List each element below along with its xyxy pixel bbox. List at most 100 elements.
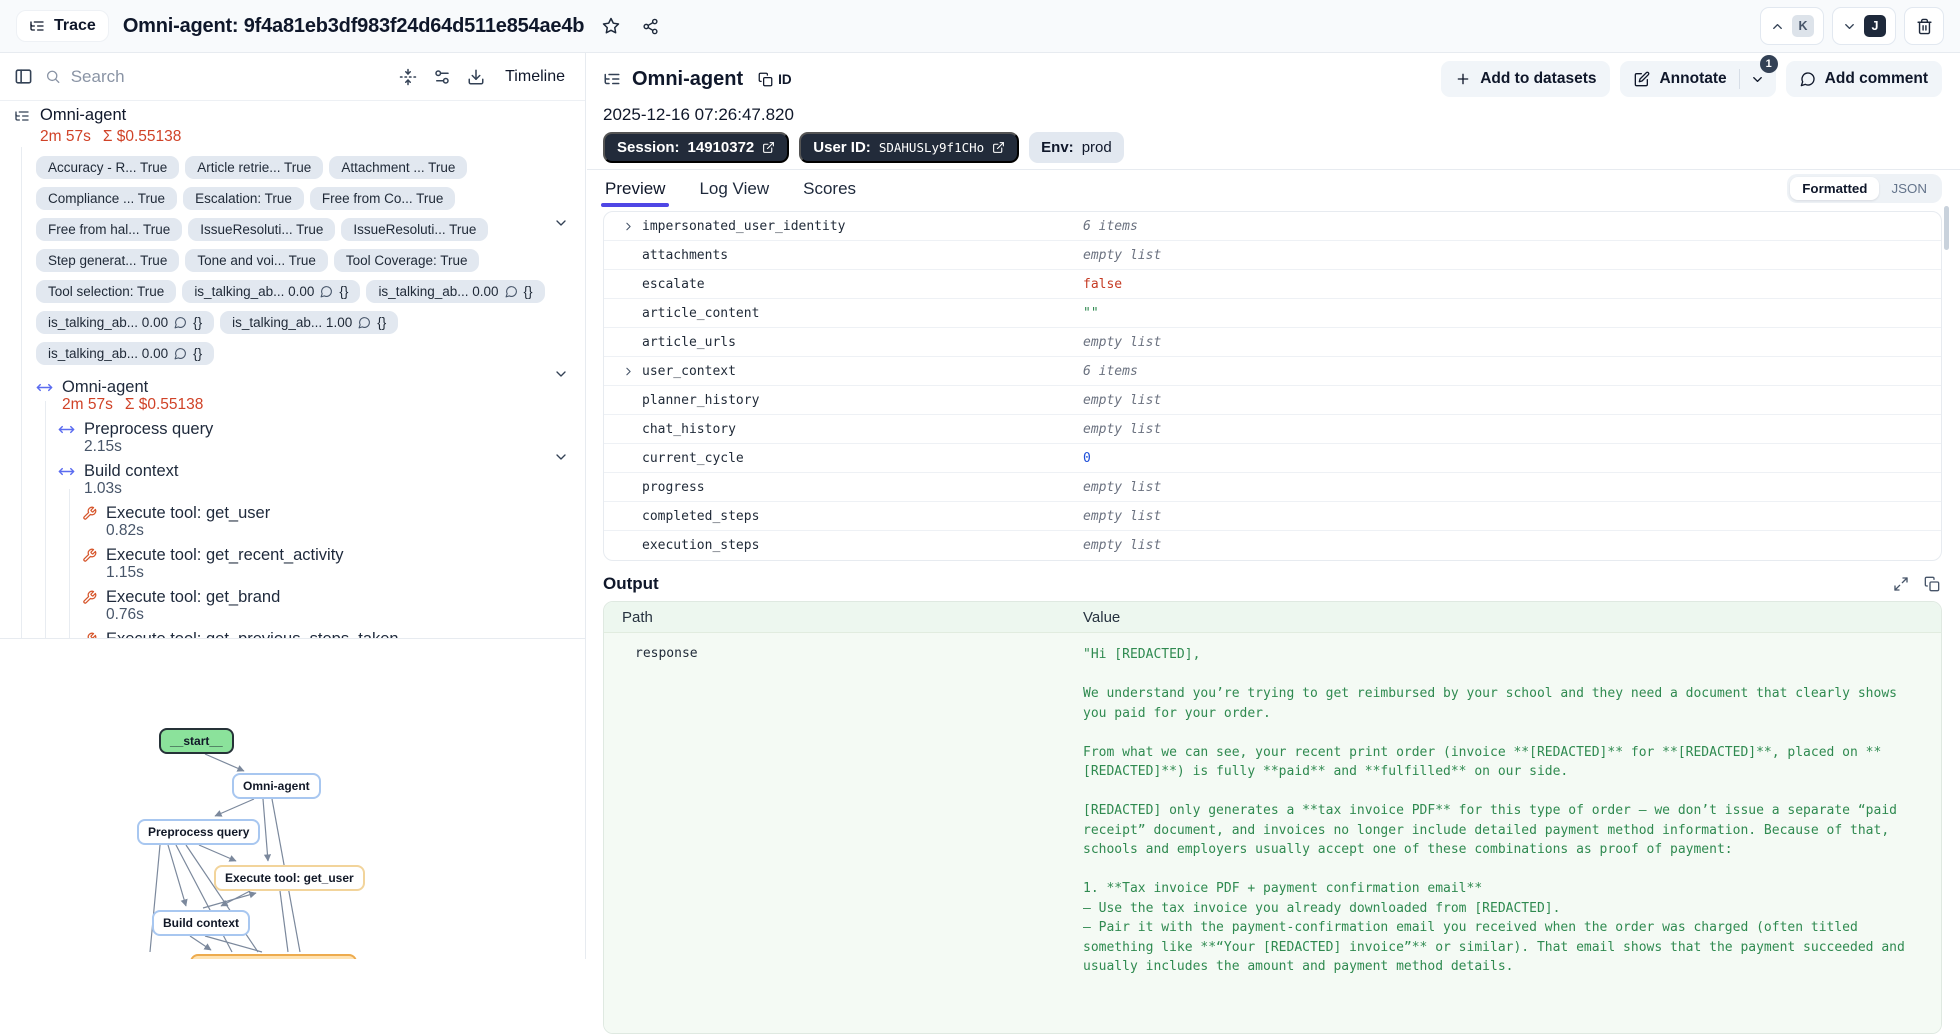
score-badge[interactable]: Article retrie... True — [185, 156, 323, 179]
collapse-build-context-button[interactable] — [553, 449, 569, 465]
search-box — [45, 67, 385, 87]
preview-row-progress[interactable]: progressempty list — [604, 473, 1941, 502]
scrollbar-thumb[interactable] — [1944, 206, 1949, 250]
score-badge[interactable]: is_talking_ab... 1.00{} — [220, 311, 398, 334]
collapse-all-button[interactable] — [397, 66, 419, 88]
add-comment-button[interactable]: Add comment — [1786, 61, 1942, 97]
graph-node-clipped[interactable] — [190, 954, 357, 959]
user-id-pill[interactable]: User ID: SDAHUSLy9f1CHo — [799, 132, 1019, 163]
shortcut-key-k: K — [1792, 15, 1814, 37]
trash-icon — [1916, 18, 1933, 35]
score-badge[interactable]: Free from hal... True — [36, 218, 182, 241]
previous-trace-button[interactable]: K — [1760, 7, 1824, 45]
score-badge-label: Accuracy - R... True — [48, 160, 167, 175]
score-badge-label: is_talking_ab... 0.00 — [48, 315, 168, 330]
timeline-toggle[interactable]: Timeline — [499, 64, 571, 90]
preview-row-escalate[interactable]: escalatefalse — [604, 270, 1941, 299]
top-bar: Trace Omni-agent: 9f4a81eb3df983f24d64d5… — [0, 0, 1960, 53]
tab-preview[interactable]: Preview — [603, 170, 667, 207]
tree-item-preprocess-query[interactable]: Preprocess query2.15s — [14, 420, 585, 455]
score-badge[interactable]: IssueResoluti... True — [341, 218, 488, 241]
add-to-datasets-button[interactable]: Add to datasets — [1441, 61, 1610, 97]
score-badge[interactable]: Tool selection: True — [36, 280, 176, 303]
preview-row-article_urls[interactable]: article_urlsempty list — [604, 328, 1941, 357]
score-badge[interactable]: Free from Co... True — [310, 187, 456, 210]
search-icon — [45, 68, 61, 85]
collapse-agent-button[interactable] — [553, 366, 569, 382]
graph-node-preprocess-query[interactable]: Preprocess query — [137, 819, 260, 845]
score-badge[interactable]: Tool Coverage: True — [334, 249, 480, 272]
preview-key: current_cycle — [642, 451, 744, 466]
collapse-sidebar-button[interactable] — [14, 67, 33, 86]
tree-item-build-context[interactable]: Build context1.03s — [14, 462, 585, 497]
maximize-icon — [1893, 576, 1909, 592]
comment-bubble-icon — [358, 316, 371, 329]
chevron-down-icon — [553, 366, 569, 382]
expand-output-button[interactable] — [1893, 576, 1909, 592]
comment-bubble-icon — [174, 347, 187, 360]
preview-row-current_cycle[interactable]: current_cycle0 — [604, 444, 1941, 473]
copy-icon — [1924, 576, 1940, 592]
graph-node--start-[interactable]: __start__ — [159, 728, 234, 754]
span-icon — [36, 379, 53, 396]
preview-key: progress — [642, 480, 705, 495]
preview-row-planner_history[interactable]: planner_historyempty list — [604, 386, 1941, 415]
preview-row-chat_history[interactable]: chat_historyempty list — [604, 415, 1941, 444]
score-badge[interactable]: Accuracy - R... True — [36, 156, 179, 179]
tree-item-omni-agent[interactable]: Omni-agent2m 57sΣ $0.55138 — [14, 378, 585, 413]
preview-row-user_context[interactable]: user_context6 items — [604, 357, 1941, 386]
next-trace-button[interactable]: J — [1832, 7, 1896, 45]
expand-row-icon[interactable] — [622, 365, 635, 378]
preview-row-execution_steps[interactable]: execution_stepsempty list — [604, 531, 1941, 560]
copy-output-button[interactable] — [1924, 576, 1940, 592]
score-badge[interactable]: Escalation: True — [183, 187, 304, 210]
tree-item-execute-tool-get-user[interactable]: Execute tool: get_user0.82s — [14, 504, 585, 539]
score-badge[interactable]: is_talking_ab... 0.00{} — [36, 311, 214, 334]
preview-row-article_content[interactable]: article_content"" — [604, 299, 1941, 328]
tab-scores[interactable]: Scores — [801, 170, 858, 207]
sidebar-toolbar: Timeline — [0, 53, 585, 101]
preview-row-completed_steps[interactable]: completed_stepsempty list — [604, 502, 1941, 531]
graph-node-build-context[interactable]: Build context — [152, 910, 250, 936]
score-badge-label: is_talking_ab... 0.00 — [194, 284, 314, 299]
bookmark-button[interactable] — [598, 13, 624, 39]
tree-item-execute-tool-get-previous-steps-taken[interactable]: Execute tool: get_previous_steps_taken1.… — [14, 630, 585, 638]
format-formatted[interactable]: Formatted — [1790, 177, 1879, 200]
span-icon — [58, 463, 75, 480]
search-input[interactable] — [71, 67, 385, 87]
score-badge[interactable]: Compliance ... True — [36, 187, 177, 210]
collapse-root-button[interactable] — [553, 215, 569, 231]
tab-log-view[interactable]: Log View — [697, 170, 771, 207]
root-cost: Σ $0.55138 — [103, 128, 182, 146]
copy-id-button[interactable]: ID — [758, 72, 792, 87]
delete-trace-button[interactable] — [1904, 7, 1944, 45]
graph-node-execute-tool-get-user[interactable]: Execute tool: get_user — [214, 865, 365, 891]
score-badge[interactable]: is_talking_ab... 0.00{} — [182, 280, 360, 303]
share-button[interactable] — [638, 14, 663, 39]
tree-root-row[interactable]: Omni-agent — [14, 106, 585, 125]
preview-row-attachments[interactable]: attachmentsempty list — [604, 241, 1941, 270]
score-badge[interactable]: is_talking_ab... 0.00{} — [36, 342, 214, 365]
comment-bubble-icon — [320, 285, 333, 298]
tree-item-execute-tool-get-recent-activity[interactable]: Execute tool: get_recent_activity1.15s — [14, 546, 585, 581]
session-pill[interactable]: Session: 14910372 — [603, 132, 789, 163]
preview-row-impersonated_user_identity[interactable]: impersonated_user_identity6 items — [604, 212, 1941, 241]
score-badge[interactable]: Step generat... True — [36, 249, 179, 272]
score-badge[interactable]: Attachment ... True — [329, 156, 467, 179]
score-badge[interactable]: IssueResoluti... True — [188, 218, 335, 241]
score-badge-label: IssueResoluti... True — [353, 222, 476, 237]
env-label: Env: — [1041, 139, 1074, 156]
output-table: Path Value response "Hi [REDACTED], We u… — [603, 601, 1942, 1034]
score-badge[interactable]: Tone and voi... True — [185, 249, 328, 272]
graph-node-omni-agent[interactable]: Omni-agent — [232, 773, 321, 799]
comment-bubble-icon — [505, 285, 518, 298]
tree-item-execute-tool-get-brand[interactable]: Execute tool: get_brand0.76s — [14, 588, 585, 623]
score-badge[interactable]: is_talking_ab... 0.00{} — [366, 280, 544, 303]
view-settings-button[interactable] — [431, 66, 453, 88]
preview-key: article_content — [642, 306, 759, 321]
format-json[interactable]: JSON — [1879, 177, 1939, 200]
page-title: Omni-agent: 9f4a81eb3df983f24d64d511e854… — [123, 15, 584, 38]
annotate-button[interactable]: Annotate — [1620, 61, 1738, 97]
expand-row-icon[interactable] — [622, 220, 635, 233]
download-button[interactable] — [465, 66, 487, 88]
